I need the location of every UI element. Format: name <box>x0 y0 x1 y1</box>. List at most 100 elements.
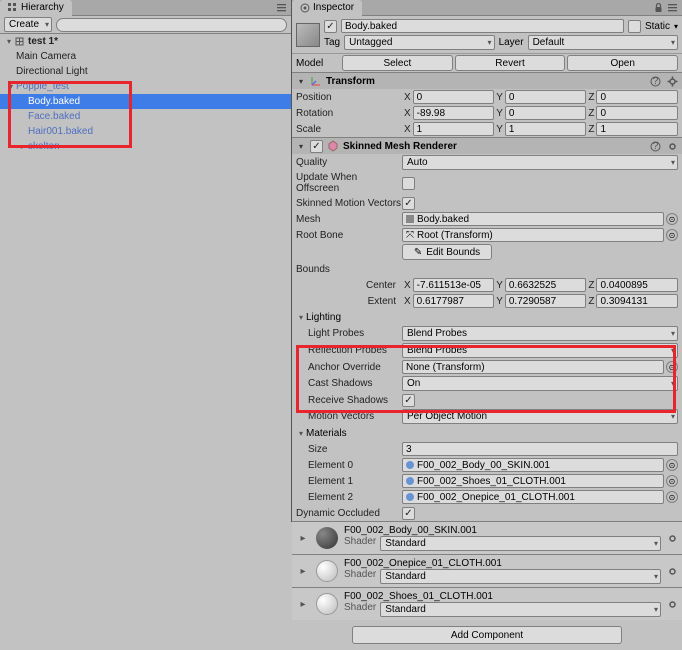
smr-enabled-checkbox[interactable] <box>310 140 323 153</box>
help-icon[interactable]: ? <box>650 141 661 152</box>
smr-header[interactable]: ▾ Skinned Mesh Renderer ? <box>292 137 682 154</box>
gear-icon[interactable] <box>667 566 678 577</box>
element2-field[interactable]: F00_002_Onepice_01_CLOTH.001 <box>402 490 664 504</box>
material-panel-1[interactable]: ▸ F00_002_Onepice_01_CLOTH.001 ShaderSta… <box>292 554 682 587</box>
bounds-icon: ✎ <box>414 247 422 258</box>
gear-icon[interactable] <box>667 599 678 610</box>
quality-dropdown[interactable]: Auto <box>402 155 678 170</box>
pos-y[interactable]: 0 <box>505 90 587 104</box>
foldout-icon[interactable]: ▾ <box>296 142 306 151</box>
tree-item-hair-baked[interactable]: Hair001.baked <box>0 124 291 139</box>
object-picker-icon[interactable]: ⊙ <box>666 213 678 225</box>
motion-dropdown[interactable]: Per Object Motion <box>402 409 678 424</box>
center-x[interactable]: -7.611513e-05 <box>413 278 495 292</box>
extent-z[interactable]: 0.3094131 <box>596 294 678 308</box>
svg-text:?: ? <box>653 141 659 152</box>
foldout-icon[interactable]: ▸ <box>296 566 310 577</box>
layer-value: Default <box>533 37 565 48</box>
transform-header[interactable]: ▾ Transform ? <box>292 72 682 89</box>
tag-dropdown[interactable]: Untagged <box>344 35 494 50</box>
transform-icon <box>310 75 322 87</box>
create-dropdown[interactable]: Create <box>4 17 52 32</box>
add-component-button[interactable]: Add Component <box>352 626 622 644</box>
layer-dropdown[interactable]: Default <box>528 35 678 50</box>
shader-dropdown[interactable]: Standard <box>380 602 661 617</box>
gear-icon[interactable] <box>667 76 678 87</box>
select-button[interactable]: Select <box>342 55 453 71</box>
shader-dropdown[interactable]: Standard <box>380 536 661 551</box>
foldout-icon[interactable]: ▾ <box>296 313 306 322</box>
center-y[interactable]: 0.6632525 <box>505 278 587 292</box>
name-field[interactable]: Body.baked <box>341 19 624 33</box>
tree-item-popple-test[interactable]: ▾ Popple_test <box>0 79 291 94</box>
active-checkbox[interactable] <box>324 20 337 33</box>
size-field[interactable]: 3 <box>402 442 678 456</box>
tree-item-body-baked[interactable]: Body.baked <box>0 94 291 109</box>
scale-label: Scale <box>296 124 402 135</box>
center-z[interactable]: 0.0400895 <box>596 278 678 292</box>
tree-item-directional-light[interactable]: Directional Light <box>0 64 291 79</box>
help-icon[interactable]: ? <box>650 76 661 87</box>
shader-dropdown[interactable]: Standard <box>380 569 661 584</box>
open-button[interactable]: Open <box>567 55 678 71</box>
object-picker-icon[interactable]: ⊙ <box>666 475 678 487</box>
static-dropdown-icon[interactable]: ▾ <box>674 22 678 31</box>
reflection-dropdown[interactable]: Blend Probes <box>402 343 678 358</box>
light-probes-dropdown[interactable]: Blend Probes <box>402 326 678 341</box>
item-label: Popple_test <box>16 81 69 92</box>
foldout-icon[interactable]: ▸ <box>18 142 28 151</box>
rot-x[interactable]: -89.98 <box>413 106 495 120</box>
tree-item-main-camera[interactable]: Main Camera <box>0 49 291 64</box>
skinned-motion-checkbox[interactable] <box>402 197 415 210</box>
hierarchy-search[interactable] <box>56 18 287 32</box>
inspector-icon <box>300 3 310 13</box>
shader-label: Shader <box>344 569 376 584</box>
object-picker-icon[interactable]: ⊙ <box>666 229 678 241</box>
edit-bounds-button[interactable]: ✎Edit Bounds <box>402 244 492 260</box>
cast-dropdown[interactable]: On <box>402 376 678 391</box>
element1-field[interactable]: F00_002_Shoes_01_CLOTH.001 <box>402 474 664 488</box>
tree-item-face-baked[interactable]: Face.baked <box>0 109 291 124</box>
pos-z[interactable]: 0 <box>596 90 678 104</box>
foldout-icon[interactable]: ▸ <box>296 533 310 544</box>
scene-row[interactable]: ▾ test 1* <box>0 34 291 49</box>
foldout-icon[interactable]: ▾ <box>296 77 306 86</box>
object-picker-icon[interactable]: ⊙ <box>666 459 678 471</box>
lock-icon[interactable] <box>654 3 663 13</box>
extent-x[interactable]: 0.6177987 <box>413 294 495 308</box>
scl-x[interactable]: 1 <box>413 122 495 136</box>
pos-x[interactable]: 0 <box>413 90 495 104</box>
object-picker-icon[interactable]: ⊙ <box>666 361 678 373</box>
foldout-icon[interactable]: ▾ <box>4 37 14 46</box>
extent-y[interactable]: 0.7290587 <box>505 294 587 308</box>
revert-button[interactable]: Revert <box>455 55 566 71</box>
object-picker-icon[interactable]: ⊙ <box>666 491 678 503</box>
rot-z[interactable]: 0 <box>596 106 678 120</box>
update-offscreen-checkbox[interactable] <box>402 177 415 190</box>
element0-field[interactable]: F00_002_Body_00_SKIN.001 <box>402 458 664 472</box>
rootbone-field[interactable]: ⤧Root (Transform) <box>402 228 664 242</box>
panel-menu-icon[interactable] <box>667 2 678 13</box>
dynamic-occluded-checkbox[interactable] <box>402 507 415 520</box>
panel-menu-icon[interactable] <box>276 2 287 13</box>
scl-z[interactable]: 1 <box>596 122 678 136</box>
anchor-field[interactable]: None (Transform) <box>402 360 664 374</box>
gear-icon[interactable] <box>667 533 678 544</box>
static-checkbox[interactable] <box>628 20 641 33</box>
foldout-icon[interactable]: ▸ <box>296 599 310 610</box>
rot-y[interactable]: 0 <box>505 106 587 120</box>
gear-icon[interactable] <box>667 141 678 152</box>
inspector-tab[interactable]: Inspector <box>292 0 362 16</box>
hierarchy-tab[interactable]: Hierarchy <box>0 0 72 16</box>
mesh-field[interactable]: Body.baked <box>402 212 664 226</box>
shader-label: Shader <box>344 602 376 617</box>
foldout-icon[interactable]: ▾ <box>296 429 306 438</box>
foldout-icon[interactable]: ▾ <box>6 82 16 91</box>
rootbone-label: Root Bone <box>296 230 402 241</box>
scl-y[interactable]: 1 <box>505 122 587 136</box>
receive-shadows-checkbox[interactable] <box>402 394 415 407</box>
material-panel-0[interactable]: ▸ F00_002_Body_00_SKIN.001 ShaderStandar… <box>292 521 682 554</box>
tag-value: Untagged <box>349 37 392 48</box>
material-panel-2[interactable]: ▸ F00_002_Shoes_01_CLOTH.001 ShaderStand… <box>292 587 682 620</box>
tree-item-skelton[interactable]: ▸ skelton <box>0 139 291 154</box>
